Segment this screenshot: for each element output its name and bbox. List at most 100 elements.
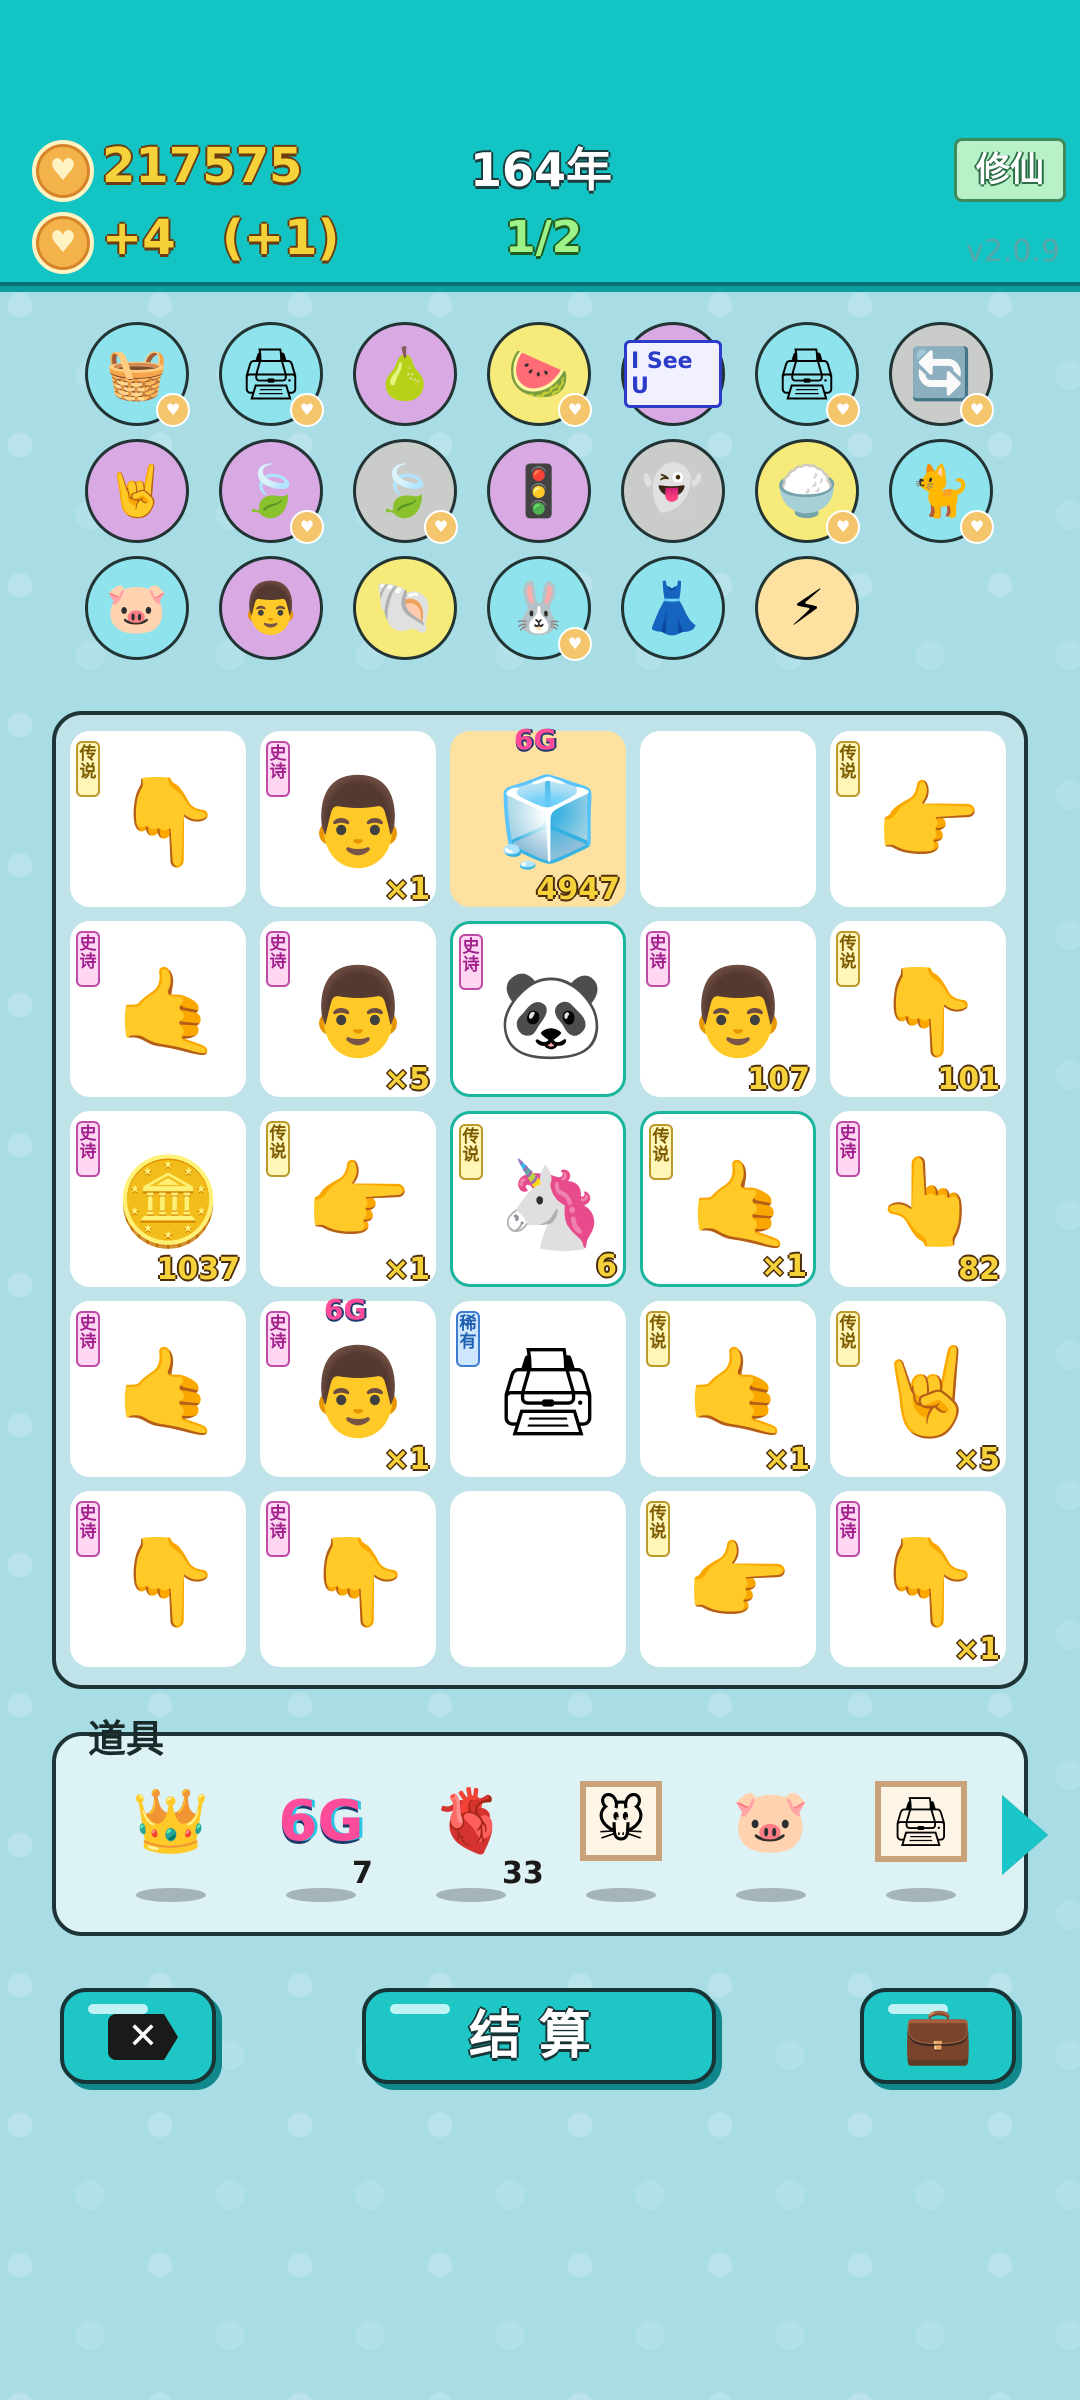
- printer-icon[interactable]: 🖨 ♥: [219, 322, 324, 427]
- settle-button[interactable]: 结算: [362, 1988, 716, 2084]
- epic-hand-cell[interactable]: 史诗 👇: [260, 1491, 436, 1667]
- symbol-count: 1037: [156, 1252, 241, 1287]
- header-bar: 217575 +4 (+1) 164年 1/2 修仙 v2.0.9: [0, 0, 1080, 292]
- panda-icon: 🐼: [497, 964, 605, 1065]
- fridge-cell[interactable]: 🧊 4947 6G: [450, 723, 626, 907]
- rice-bowl-icon[interactable]: 🍚 ♥: [755, 439, 860, 544]
- piggy-bank-item[interactable]: 🐷: [716, 1766, 826, 1876]
- props-label: 道具: [88, 1717, 165, 1761]
- epic-man-cell[interactable]: 史诗 👨 ×1: [260, 731, 436, 907]
- sixg-icon: 6G: [278, 1788, 364, 1854]
- empty-cell[interactable]: [640, 731, 816, 907]
- symbol-count: ×1: [763, 1442, 810, 1477]
- item-shadow: [736, 1888, 806, 1902]
- pomelo-icon-glyph: 🍐: [373, 344, 437, 403]
- traffic-light-ghost-icon[interactable]: 🚦: [487, 439, 591, 543]
- pomelo-icon[interactable]: 🍐: [353, 322, 457, 426]
- backpack-button[interactable]: 💼: [860, 1988, 1016, 2084]
- item-count: 33: [502, 1856, 544, 1891]
- ghost-icon[interactable]: 👻: [621, 439, 725, 543]
- unicorn-cell[interactable]: 传说 🦄 6: [450, 1111, 626, 1287]
- rarity-tag: 传说: [836, 741, 860, 797]
- item-count: 7: [352, 1856, 373, 1891]
- fruit-basket-icon-glyph: 🧺: [105, 344, 169, 403]
- next-arrow-icon[interactable]: [1002, 1795, 1048, 1875]
- skirt-icon[interactable]: 👗: [621, 556, 725, 660]
- item-shadow: [136, 1888, 206, 1902]
- mouse-frame-icon: 🐭: [579, 1781, 663, 1861]
- empty-cell[interactable]: [450, 1491, 626, 1667]
- piggy-bank-icon: 🐷: [732, 1784, 810, 1857]
- rabbit-icon[interactable]: 🐰 ♥: [487, 556, 592, 661]
- epic-man-cell[interactable]: 史诗 👨 107: [640, 921, 816, 1097]
- symbol-count: 4947: [536, 872, 621, 907]
- epic-hand-cell[interactable]: 史诗 🤙: [70, 921, 246, 1097]
- printer-cell[interactable]: 稀有 🖨: [450, 1301, 626, 1477]
- epic-hand-icon: 👆: [874, 1151, 982, 1252]
- legend-hand-cell[interactable]: 传说 👉: [830, 731, 1006, 907]
- legend-hand-cell[interactable]: 传说 🤙 ×1: [640, 1301, 816, 1477]
- epic-hand-icon: 🤙: [114, 1341, 222, 1442]
- item-shadow: [586, 1888, 656, 1902]
- mouse-frame-item[interactable]: 🐭: [566, 1766, 676, 1876]
- cat-icon[interactable]: 🐈 ♥: [889, 439, 994, 544]
- cultivation-button[interactable]: 修仙: [954, 138, 1066, 202]
- leaf-icon[interactable]: 🍃 ♥: [219, 439, 324, 544]
- epic-hand-cell[interactable]: 史诗 🤙: [70, 1301, 246, 1477]
- shell-icon-glyph: 🐚: [373, 578, 437, 637]
- fruit-basket-icon[interactable]: 🧺 ♥: [85, 322, 190, 427]
- rarity-tag: 传说: [649, 1124, 673, 1180]
- epic-hand-cell[interactable]: 史诗 👇 ×1: [830, 1491, 1006, 1667]
- lightning-icon[interactable]: ⚡: [755, 556, 859, 660]
- fruit-plate-icon-glyph: 🍉: [507, 344, 571, 403]
- legend-hand-cell[interactable]: 传说 🤘 ×5: [830, 1301, 1006, 1477]
- panda-cell[interactable]: 史诗 🐼: [450, 921, 626, 1097]
- heart-badge-icon: ♥: [424, 510, 458, 544]
- shell-icon[interactable]: 🐚: [353, 556, 457, 660]
- rarity-tag: 史诗: [836, 1501, 860, 1557]
- rarity-tag: 史诗: [266, 1501, 290, 1557]
- symbol-count: ×1: [383, 1252, 430, 1287]
- legend-hand-cell[interactable]: 传说 👉 ×1: [260, 1111, 436, 1287]
- printer-frame-icon: 🖨: [874, 1780, 968, 1862]
- legend-hand-cell[interactable]: 传说 🤙 ×1: [640, 1111, 816, 1287]
- legend-hand-cell[interactable]: 传说 👉: [640, 1491, 816, 1667]
- round-counter: 1/2: [505, 212, 583, 263]
- leaf-icon[interactable]: 🍃 ♥: [353, 439, 458, 544]
- legend-hand-cell[interactable]: 传说 👇: [70, 731, 246, 907]
- item-shadow: [436, 1888, 506, 1902]
- epic-man-cell[interactable]: 史诗 👨 ×5: [260, 921, 436, 1097]
- refresh-icon[interactable]: 🔄 ♥: [889, 322, 994, 427]
- lightning-icon-glyph: ⚡: [789, 579, 825, 637]
- epic-man-icon: 👨: [304, 961, 412, 1062]
- props-panel: 👑 6G 7 🫀 33 🐭 🐷 🖨: [52, 1732, 1028, 1936]
- item-shadow: [886, 1888, 956, 1902]
- fruit-plate-icon[interactable]: 🍉 ♥: [487, 322, 592, 427]
- exit-button[interactable]: ✕: [60, 1988, 216, 2084]
- epic-hand-cell[interactable]: 史诗 👆 82: [830, 1111, 1006, 1287]
- i-see-u-icon[interactable]: I See U: [621, 322, 725, 426]
- printer-icon[interactable]: 🖨 ♥: [755, 322, 860, 427]
- epic-hand-cell[interactable]: 史诗 👇: [70, 1491, 246, 1667]
- rarity-tag: 传说: [266, 1121, 290, 1177]
- sixg-label: 6G: [324, 1293, 367, 1326]
- epic-coin-man-cell[interactable]: 史诗 🪙 1037: [70, 1111, 246, 1287]
- crown-item[interactable]: 👑: [116, 1766, 226, 1876]
- epic-man-cell[interactable]: 史诗 👨 ×1 6G: [260, 1293, 436, 1477]
- crown-icon: 👑: [132, 1784, 210, 1857]
- coin-bonus: (+1): [222, 210, 340, 266]
- rarity-tag: 传说: [459, 1124, 483, 1180]
- legend-hand-icon: 👉: [874, 771, 982, 872]
- printer-frame-item[interactable]: 🖨: [866, 1766, 976, 1876]
- legend-hand-icon: 👇: [874, 961, 982, 1062]
- fridge-icon: 🧊: [494, 771, 602, 872]
- coin-icon: [32, 140, 94, 202]
- multiplier-man-icon[interactable]: 👨: [219, 556, 323, 660]
- refresh-icon-glyph: 🔄: [909, 344, 973, 403]
- rarity-tag: 史诗: [76, 1501, 100, 1557]
- epic-man-icon: 👨: [304, 771, 412, 872]
- legend-hand-cell[interactable]: 传说 👇 101: [830, 921, 1006, 1097]
- rock-hand-icon[interactable]: 🤘: [85, 439, 189, 543]
- piggy-bank-icon[interactable]: 🐷: [85, 556, 189, 660]
- printer-icon-glyph: 🖨: [775, 344, 839, 403]
